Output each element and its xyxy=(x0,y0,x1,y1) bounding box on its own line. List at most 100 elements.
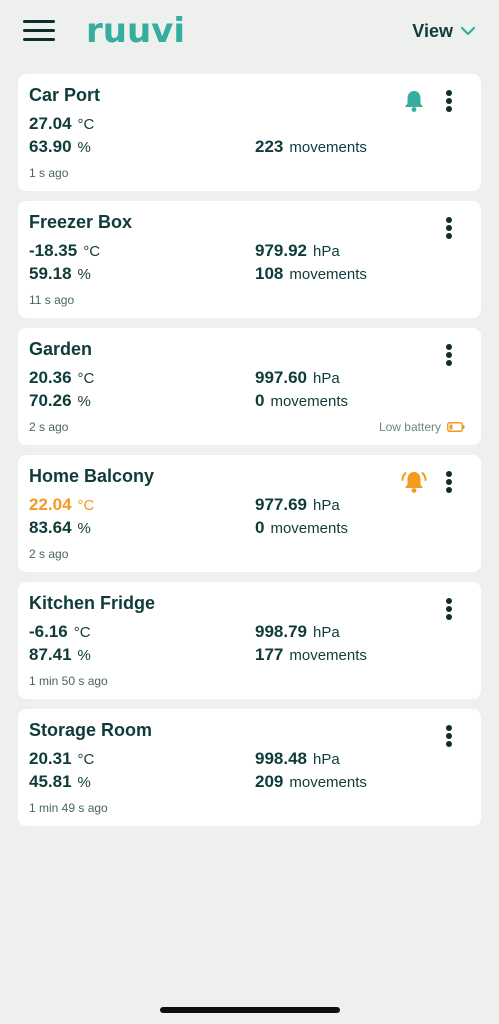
movements-reading: 177 movements xyxy=(255,645,367,665)
more-options-icon[interactable] xyxy=(437,215,461,241)
temperature-unit: °C xyxy=(77,497,95,514)
pressure-reading: 998.79 hPa xyxy=(255,622,340,642)
more-options-icon[interactable] xyxy=(437,342,461,368)
pressure-value: 977.69 xyxy=(255,495,307,514)
humidity-unit: % xyxy=(77,393,91,410)
temperature-reading: 22.04 °C xyxy=(29,495,94,515)
bell-icon[interactable] xyxy=(401,88,427,114)
sensor-card[interactable]: Garden 20.36 °C 70.26% 997.60 hPa 0 movements 2 … xyxy=(18,328,481,445)
humidity-reading: 59.18% xyxy=(29,264,91,284)
humidity-unit: % xyxy=(77,647,91,664)
humidity-unit: % xyxy=(77,266,91,283)
humidity-value: 45.81 xyxy=(29,772,72,791)
humidity-reading: 45.81% xyxy=(29,772,91,792)
movements-reading: 0 movements xyxy=(255,391,348,411)
low-battery-label: Low battery xyxy=(378,420,441,434)
temperature-value: -6.16 xyxy=(29,622,68,641)
bell-ringing-icon[interactable] xyxy=(401,469,427,495)
view-dropdown[interactable]: View xyxy=(412,20,475,42)
low-battery-indicator: Low battery xyxy=(379,420,465,434)
sensor-name: Kitchen Fridge xyxy=(29,593,156,613)
sensor-card[interactable]: Home Balcony 22.04 °C 83.64% 977.69 hPa 0 movem… xyxy=(18,455,481,572)
movements-unit: movements xyxy=(270,520,348,537)
humidity-unit: % xyxy=(77,139,91,156)
last-updated: 2 s ago xyxy=(29,547,69,561)
pressure-reading: 977.69 hPa xyxy=(255,495,340,515)
temperature-value: 27.04 xyxy=(29,114,72,133)
more-options-icon[interactable] xyxy=(437,723,461,749)
sensor-name: Home Balcony xyxy=(29,466,155,486)
humidity-reading: 70.26% xyxy=(29,391,91,411)
temperature-unit: °C xyxy=(77,370,95,387)
svg-text:ruuvi: ruuvi xyxy=(86,12,185,48)
movements-unit: movements xyxy=(289,139,367,156)
temperature-unit: °C xyxy=(73,624,91,641)
humidity-reading: 63.90% xyxy=(29,137,91,157)
app-header: ruuvi View xyxy=(0,0,499,68)
pressure-unit: hPa xyxy=(313,243,340,260)
more-options-icon[interactable] xyxy=(437,596,461,622)
pressure-value: 998.79 xyxy=(255,622,307,641)
humidity-value: 87.41 xyxy=(29,645,72,664)
movements-value: 0 xyxy=(255,518,265,537)
pressure-unit: hPa xyxy=(313,370,340,387)
humidity-value: 59.18 xyxy=(29,264,72,283)
movements-unit: movements xyxy=(289,266,367,283)
temperature-reading: -18.35 °C xyxy=(29,241,100,261)
movements-value: 177 xyxy=(255,645,284,664)
temperature-unit: °C xyxy=(83,243,101,260)
pressure-value: 979.92 xyxy=(255,241,307,260)
temperature-value: -18.35 xyxy=(29,241,78,260)
pressure-unit: hPa xyxy=(313,751,340,768)
movements-reading: 0 movements xyxy=(255,518,348,538)
humidity-reading: 87.41% xyxy=(29,645,91,665)
movements-value: 209 xyxy=(255,772,284,791)
humidity-unit: % xyxy=(77,774,91,791)
pressure-unit: hPa xyxy=(313,624,340,641)
humidity-unit: % xyxy=(77,520,91,537)
sensor-name: Garden xyxy=(29,339,93,359)
last-updated: 1 min 49 s ago xyxy=(29,801,108,815)
last-updated: 11 s ago xyxy=(29,293,75,307)
temperature-reading: -6.16 °C xyxy=(29,622,91,642)
battery-low-icon xyxy=(447,422,465,432)
last-updated: 2 s ago xyxy=(29,420,69,434)
movements-value: 223 xyxy=(255,137,284,156)
temperature-reading: 20.31 °C xyxy=(29,749,94,769)
pressure-value: 997.60 xyxy=(255,368,307,387)
pressure-reading: 997.60 hPa xyxy=(255,368,340,388)
pressure-reading: 998.48 hPa xyxy=(255,749,340,769)
temperature-unit: °C xyxy=(77,751,95,768)
sensor-name: Storage Room xyxy=(29,720,153,740)
movements-unit: movements xyxy=(289,774,367,791)
last-updated: 1 min 50 s ago xyxy=(29,674,108,688)
sensor-name: Freezer Box xyxy=(29,212,133,232)
pressure-unit: hPa xyxy=(313,497,340,514)
pressure-reading: 979.92 hPa xyxy=(255,241,340,261)
more-options-icon[interactable] xyxy=(437,469,461,495)
movements-reading: 223 movements xyxy=(255,137,367,157)
ruuvi-logo: ruuvi xyxy=(86,12,185,48)
sensor-card[interactable]: Car Port 27.04 °C 63.90% 223 movements 1 s ago xyxy=(18,74,481,191)
humidity-value: 70.26 xyxy=(29,391,72,410)
temperature-value: 20.36 xyxy=(29,368,72,387)
humidity-reading: 83.64% xyxy=(29,518,91,538)
view-label: View xyxy=(412,20,453,41)
movements-unit: movements xyxy=(289,647,367,664)
sensor-name: Car Port xyxy=(29,85,101,105)
movements-reading: 209 movements xyxy=(255,772,367,792)
more-options-icon[interactable] xyxy=(437,88,461,114)
hamburger-menu-icon[interactable] xyxy=(22,18,56,44)
sensor-card[interactable]: Freezer Box -18.35 °C 59.18% 979.92 hPa 108 mov… xyxy=(18,201,481,318)
movements-reading: 108 movements xyxy=(255,264,367,284)
humidity-value: 83.64 xyxy=(29,518,72,537)
temperature-unit: °C xyxy=(77,116,95,133)
temperature-value: 22.04 xyxy=(29,495,72,514)
chevron-down-icon xyxy=(461,26,475,36)
sensor-card[interactable]: Kitchen Fridge -6.16 °C 87.41% 998.79 hPa 177 m… xyxy=(18,582,481,699)
temperature-reading: 27.04 °C xyxy=(29,114,94,134)
movements-unit: movements xyxy=(270,393,348,410)
temperature-reading: 20.36 °C xyxy=(29,368,94,388)
movements-value: 108 xyxy=(255,264,284,283)
sensor-card[interactable]: Storage Room 20.31 °C 45.81% 998.48 hPa 209 mov… xyxy=(18,709,481,826)
